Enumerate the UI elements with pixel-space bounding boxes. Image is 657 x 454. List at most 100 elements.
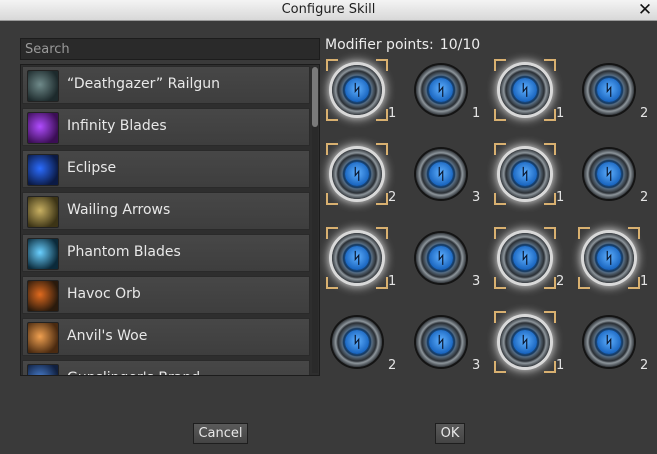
selection-bracket (326, 59, 388, 121)
wailing-arrows-icon (27, 196, 59, 228)
selection-bracket (326, 143, 388, 205)
skill-list-item[interactable]: Anvil's Woe (22, 318, 310, 356)
modifier-slot[interactable]: ᛋ3 (410, 145, 482, 217)
modifier-count: 2 (640, 190, 649, 205)
rune-core: ᛋ (597, 162, 621, 186)
modifier-slot[interactable]: ᛋ1 (494, 59, 566, 133)
modifier-slot[interactable]: ᛋ1 (494, 143, 566, 217)
rune-core: ᛋ (429, 246, 453, 270)
bracket-corner (326, 277, 338, 289)
modifier-slot[interactable]: ᛋ2 (578, 61, 650, 133)
rune-core: ᛋ (345, 330, 369, 354)
modifier-count: 1 (556, 190, 565, 205)
modifier-count: 1 (388, 274, 397, 289)
bracket-corner (628, 277, 640, 289)
infinity-blades-icon (27, 112, 59, 144)
rune-glyph: ᛋ (604, 165, 614, 183)
modifier-count: 2 (640, 358, 649, 373)
selection-bracket (494, 311, 556, 373)
skill-list-item[interactable]: Infinity Blades (22, 108, 310, 146)
bracket-corner (376, 277, 388, 289)
rune-core: ᛋ (597, 330, 621, 354)
rune-glyph: ᛋ (436, 333, 446, 351)
modifier-slot[interactable]: ᛋ2 (494, 227, 566, 301)
title-bar: Configure Skill ✕ (0, 0, 657, 21)
skill-label: Anvil's Woe (67, 328, 148, 344)
search-input[interactable] (20, 38, 320, 60)
modifier-slot[interactable]: ᛋ2 (578, 145, 650, 217)
bracket-corner (494, 109, 506, 121)
modifier-slot[interactable]: ᛋ1 (494, 311, 566, 385)
modifier-slot[interactable]: ᛋ3 (410, 229, 482, 301)
phantom-blades-icon (27, 238, 59, 270)
skill-label: Phantom Blades (67, 244, 181, 260)
bracket-corner (376, 109, 388, 121)
skill-list-item[interactable]: “Deathgazer” Railgun (22, 66, 310, 104)
modifier-count: 2 (388, 358, 397, 373)
bracket-corner (544, 109, 556, 121)
cancel-button[interactable]: Cancel (193, 423, 248, 444)
modifier-count: 3 (472, 358, 481, 373)
bracket-corner (326, 59, 338, 71)
modifier-slot[interactable]: ᛋ1 (410, 61, 482, 133)
skill-list-item[interactable]: Havoc Orb (22, 276, 310, 314)
bracket-corner (544, 227, 556, 239)
close-icon[interactable]: ✕ (637, 0, 653, 20)
bracket-corner (544, 143, 556, 155)
rune-orb-icon: ᛋ (584, 149, 634, 199)
rune-glyph: ᛋ (604, 333, 614, 351)
modifier-count: 1 (640, 274, 649, 289)
bracket-corner (494, 59, 506, 71)
modifier-count: 2 (640, 106, 649, 121)
bracket-corner (544, 361, 556, 373)
bracket-corner (326, 143, 338, 155)
rune-core: ᛋ (429, 78, 453, 102)
bracket-corner (494, 227, 506, 239)
bracket-corner (376, 227, 388, 239)
rune-orb-icon: ᛋ (416, 317, 466, 367)
bracket-corner (544, 311, 556, 323)
scroll-thumb[interactable] (312, 67, 318, 127)
rune-orb-icon: ᛋ (416, 65, 466, 115)
rune-orb-icon: ᛋ (584, 65, 634, 115)
rune-core: ᛋ (597, 78, 621, 102)
modifier-count: 2 (556, 274, 565, 289)
rune-glyph: ᛋ (604, 81, 614, 99)
modifier-slot[interactable]: ᛋ1 (326, 227, 398, 301)
skill-list[interactable]: Gunslinger's Brand Anvil's Woe Havoc Orb Ph… (20, 64, 320, 376)
bracket-corner (326, 227, 338, 239)
selection-bracket (494, 143, 556, 205)
bracket-corner (544, 59, 556, 71)
skill-list-item[interactable]: Wailing Arrows (22, 192, 310, 230)
skill-label: Havoc Orb (67, 286, 141, 302)
rune-glyph: ᛋ (436, 81, 446, 99)
modifier-slot[interactable]: ᛋ1 (578, 227, 650, 301)
modifier-slot[interactable]: ᛋ2 (326, 143, 398, 217)
modifier-count: 1 (556, 358, 565, 373)
skill-label: Gunslinger's Brand (67, 370, 200, 375)
modifier-slot[interactable]: ᛋ2 (326, 313, 398, 385)
rune-core: ᛋ (429, 162, 453, 186)
bracket-corner (544, 277, 556, 289)
skill-list-item[interactable]: Eclipse (22, 150, 310, 188)
modifier-points-value: 10/10 (439, 37, 481, 53)
skill-list-item[interactable]: Phantom Blades (22, 234, 310, 272)
modifier-count: 2 (388, 190, 397, 205)
modifier-slot[interactable]: ᛋ3 (410, 313, 482, 385)
selection-bracket (494, 227, 556, 289)
bracket-corner (376, 59, 388, 71)
scrollbar[interactable] (312, 67, 318, 373)
modifier-count: 3 (472, 274, 481, 289)
bracket-corner (326, 193, 338, 205)
modifier-slot[interactable]: ᛋ1 (326, 59, 398, 133)
rune-orb-icon: ᛋ (332, 317, 382, 367)
bracket-corner (494, 311, 506, 323)
rune-core: ᛋ (429, 330, 453, 354)
eclipse-icon (27, 154, 59, 186)
modifier-count: 1 (388, 106, 397, 121)
modifier-count: 3 (472, 190, 481, 205)
ok-button[interactable]: OK (435, 423, 465, 444)
havoc-orb-icon (27, 280, 59, 312)
skill-list-item[interactable]: Gunslinger's Brand (22, 360, 310, 375)
modifier-slot[interactable]: ᛋ2 (578, 313, 650, 385)
